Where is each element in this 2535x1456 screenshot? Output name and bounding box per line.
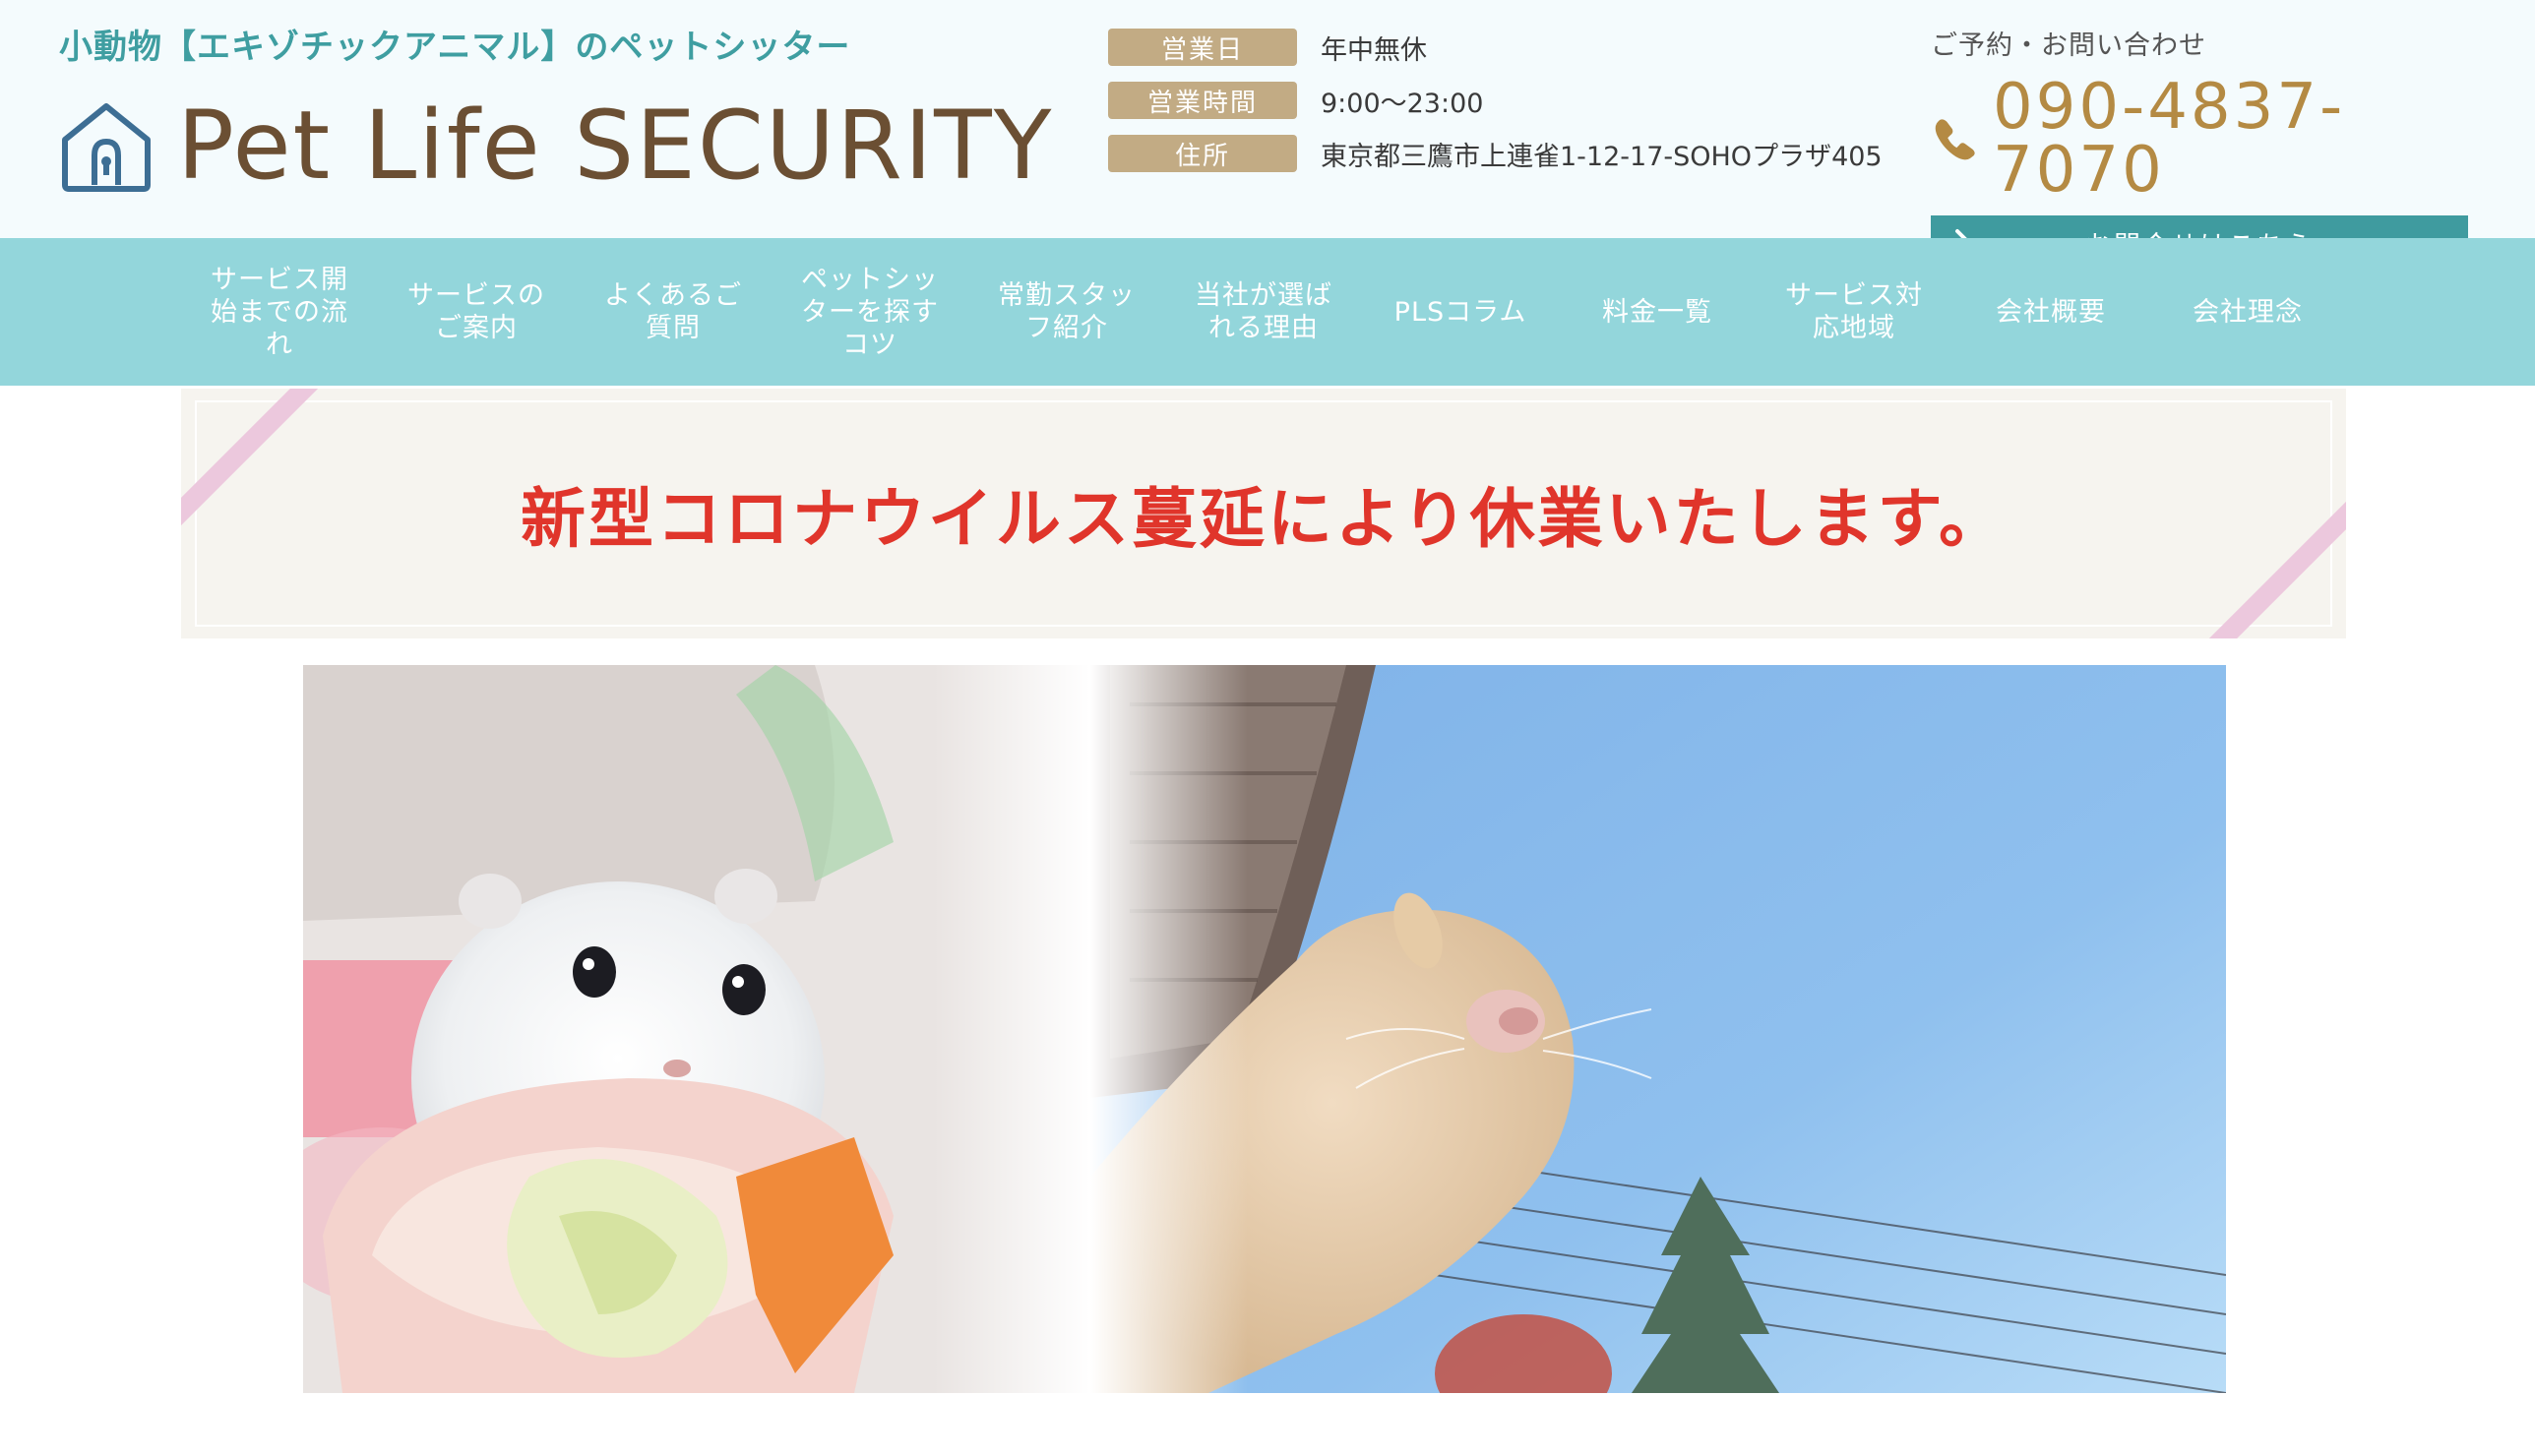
logo-text: Pet Life SECURITY	[177, 91, 1054, 201]
info-label: 営業日	[1108, 29, 1297, 66]
nav-line: 会社概要	[1996, 296, 2106, 328]
notice-banner: 新型コロナウイルス蔓延により休業いたします。	[181, 389, 2346, 638]
site-logo[interactable]: Pet Life SECURITY	[57, 98, 1053, 193]
nav-line: 常勤スタッ	[998, 280, 1136, 311]
nav-item-company[interactable]: 会社概要	[1952, 238, 2149, 386]
nav-line: フ紹介	[1025, 313, 1108, 343]
hero-image	[303, 665, 2226, 1393]
site-header: 小動物【エキゾチックアニマル】のペットシッター Pet Life SECURIT…	[0, 0, 2535, 271]
nav-line: サービスの	[407, 280, 545, 311]
nav-line: よくあるご	[604, 280, 742, 311]
phone-icon	[1935, 119, 1975, 160]
nav-item-services[interactable]: サービスの ご案内	[378, 238, 575, 386]
nav-item-philosophy[interactable]: 会社理念	[2149, 238, 2346, 386]
nav-item-staff[interactable]: 常勤スタッ フ紹介	[968, 238, 1165, 386]
nav-line: 始までの流	[211, 296, 348, 328]
nav-item-pricing[interactable]: 料金一覧	[1559, 238, 1756, 386]
business-info: 営業日 年中無休 営業時間 9:00〜23:00 住所 東京都三鷹市上連雀1-1…	[1108, 28, 1883, 187]
nav-item-tips[interactable]: ペットシッ ターを探す コツ	[772, 238, 968, 386]
nav-line: PLSコラム	[1393, 296, 1527, 328]
nav-item-column[interactable]: PLSコラム	[1362, 238, 1559, 386]
nav-item-faq[interactable]: よくあるご 質問	[575, 238, 772, 386]
nav-line: 質問	[646, 313, 701, 343]
info-row-address: 住所 東京都三鷹市上連雀1-12-17-SOHOプラザ405	[1108, 134, 1883, 173]
nav-line: 会社理念	[2193, 296, 2303, 328]
contact-title: ご予約・お問い合わせ	[1931, 30, 2206, 61]
nav-line: れ	[266, 329, 293, 360]
nav-line: サービス開	[211, 264, 348, 295]
nav-line: 応地域	[1813, 313, 1895, 343]
contact-block: ご予約・お問い合わせ 090-4837-7070 お問合せはこちら	[1931, 24, 2468, 271]
nav-line: サービス対	[1785, 280, 1923, 311]
info-label: 営業時間	[1108, 82, 1297, 119]
info-label: 住所	[1108, 135, 1297, 172]
info-value: 9:00〜23:00	[1321, 88, 1484, 119]
phone-row[interactable]: 090-4837-7070	[1931, 76, 2468, 202]
nav-item-reasons[interactable]: 当社が選ば れる理由	[1165, 238, 1362, 386]
main-nav: サービス開 始までの流れ サービスの ご案内 よくあるご 質問 ペットシッ ターを探すコ…	[0, 238, 2535, 386]
nav-line: コツ	[842, 329, 897, 360]
site-tagline: 小動物【エキゾチックアニマル】のペットシッター	[59, 28, 851, 67]
nav-item-area[interactable]: サービス対 応地域	[1756, 238, 1952, 386]
nav-line: ご案内	[435, 313, 518, 343]
nav-line: ペットシッ	[801, 264, 939, 295]
info-row-days: 営業日 年中無休	[1108, 28, 1883, 67]
info-value: 東京都三鷹市上連雀1-12-17-SOHOプラザ405	[1321, 141, 1883, 172]
nav-line: れる理由	[1208, 313, 1319, 343]
nav-line: 当社が選ば	[1195, 280, 1332, 311]
nav-line: ターを探す	[801, 296, 939, 328]
notice-text: 新型コロナウイルス蔓延により休業いたします。	[520, 481, 2008, 557]
hero-photo-illustration	[303, 665, 2226, 1393]
phone-number[interactable]: 090-4837-7070	[1993, 76, 2468, 202]
nav-line: 料金一覧	[1602, 296, 1712, 328]
info-row-hours: 営業時間 9:00〜23:00	[1108, 81, 1883, 120]
nav-item-service-flow[interactable]: サービス開 始までの流れ	[181, 238, 378, 386]
house-lock-icon	[62, 103, 151, 192]
info-value: 年中無休	[1321, 34, 1427, 66]
